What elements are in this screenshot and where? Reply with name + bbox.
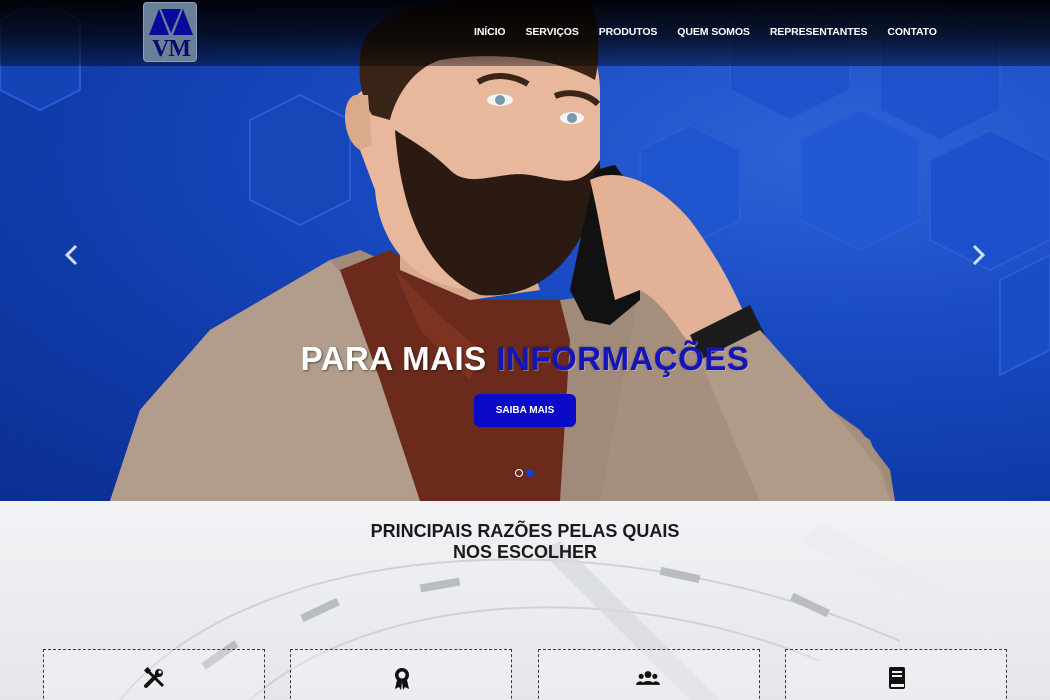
nav-item-produtos[interactable]: PRODUTOS <box>599 26 658 38</box>
carousel-dot-1[interactable] <box>515 469 523 477</box>
reasons-section: PRINCIPAIS RAZÕES PELAS QUAIS NOS ESCOLH… <box>0 501 1050 700</box>
main-nav: INÍCIO SERVIÇOS PRODUTOS QUEM SOMOS REPR… <box>474 26 957 38</box>
headline-white-part: PARA MAIS <box>300 340 487 377</box>
carousel-next-arrow-icon[interactable] <box>969 244 987 266</box>
reason-card-2[interactable] <box>290 649 512 700</box>
reason-card-1[interactable] <box>43 649 265 700</box>
logo-triangles-icon <box>149 9 193 35</box>
book-icon <box>889 667 905 689</box>
nav-item-servicos[interactable]: SERVIÇOS <box>526 26 579 38</box>
carousel-indicators <box>515 469 534 477</box>
nav-item-contato[interactable]: CONTATO <box>887 26 937 38</box>
top-navbar: VM INÍCIO SERVIÇOS PRODUTOS QUEM SOMOS R… <box>0 0 1050 66</box>
nav-item-quem-somos[interactable]: QUEM SOMOS <box>677 26 750 38</box>
saiba-mais-button[interactable]: SAIBA MAIS <box>474 394 576 427</box>
carousel-dot-2[interactable] <box>526 469 534 477</box>
carousel-prev-arrow-icon[interactable] <box>63 244 81 266</box>
users-icon <box>636 671 660 685</box>
hero-carousel: VM INÍCIO SERVIÇOS PRODUTOS QUEM SOMOS R… <box>0 0 1050 501</box>
reasons-title-line1: PRINCIPAIS RAZÕES PELAS QUAIS <box>370 521 680 541</box>
brand-logo[interactable]: VM <box>143 2 197 62</box>
logo-text: VM <box>152 36 191 62</box>
reasons-title-line2: NOS ESCOLHER <box>452 542 598 562</box>
nav-item-inicio[interactable]: INÍCIO <box>474 26 506 38</box>
reason-card-4[interactable] <box>785 649 1007 700</box>
nav-item-representantes[interactable]: REPRESENTANTES <box>770 26 868 38</box>
reason-card-3[interactable] <box>538 649 760 700</box>
hero-headline: PARA MAIS INFORMAÇÕES <box>0 340 1050 378</box>
tools-icon <box>143 666 165 688</box>
reasons-title: PRINCIPAIS RAZÕES PELAS QUAIS NOS ESCOLH… <box>0 521 1050 563</box>
headline-blue-part: INFORMAÇÕES <box>496 340 750 377</box>
award-icon <box>395 668 409 690</box>
